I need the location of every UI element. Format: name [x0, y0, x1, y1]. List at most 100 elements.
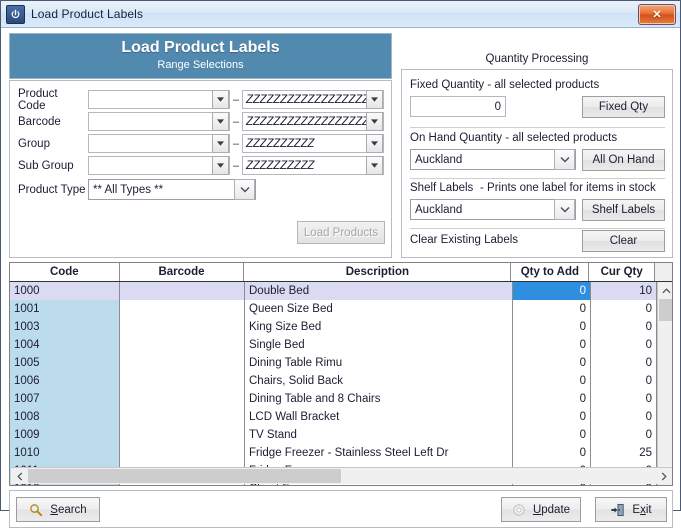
grid-cell-barcode[interactable]	[120, 318, 245, 336]
on-hand-location-select[interactable]: Auckland	[410, 149, 576, 170]
scroll-left-icon[interactable]	[11, 468, 28, 484]
chevron-down-icon[interactable]	[366, 134, 383, 153]
chevron-down-icon[interactable]	[212, 90, 229, 109]
grid-cell-barcode[interactable]	[120, 282, 245, 300]
grid-cell-description[interactable]: Dining Table and 8 Chairs	[245, 390, 513, 408]
barcode-from-combo[interactable]	[88, 112, 230, 131]
grid-cell-code[interactable]: 1003	[10, 318, 120, 336]
horizontal-scroll-thumb[interactable]	[28, 469, 341, 483]
table-row[interactable]: 1003 King Size Bed 0 0	[10, 318, 657, 336]
table-row[interactable]: 1009 TV Stand 0 0	[10, 426, 657, 444]
grid-cell-barcode[interactable]	[120, 408, 245, 426]
grid-cell-cur-qty[interactable]: 0	[591, 372, 657, 390]
grid-cell-code[interactable]: 1009	[10, 426, 120, 444]
grid-cell-code[interactable]: 1010	[10, 444, 120, 462]
grid-cell-cur-qty[interactable]: 25	[591, 444, 657, 462]
grid-cell-barcode[interactable]	[120, 300, 245, 318]
grid-cell-cur-qty[interactable]: 10	[591, 282, 657, 300]
chevron-down-icon[interactable]	[554, 149, 575, 170]
grid-cell-description[interactable]: Dining Table Rimu	[245, 354, 513, 372]
grid-header-cur-qty[interactable]: Cur Qty	[589, 263, 656, 281]
grid-cell-qty-to-add[interactable]: 0	[513, 318, 591, 336]
search-button[interactable]: Search	[16, 497, 100, 522]
close-button[interactable]: ✕	[638, 4, 676, 25]
grid-cell-barcode[interactable]	[120, 426, 245, 444]
grid-cell-qty-to-add[interactable]: 0	[513, 408, 591, 426]
grid-header-description[interactable]: Description	[244, 263, 512, 281]
grid-cell-code[interactable]: 1005	[10, 354, 120, 372]
grid-cell-qty-to-add[interactable]: 0	[513, 372, 591, 390]
chevron-down-icon[interactable]	[234, 179, 255, 200]
chevron-down-icon[interactable]	[212, 134, 229, 153]
grid-cell-cur-qty[interactable]: 0	[591, 318, 657, 336]
grid-cell-code[interactable]: 1006	[10, 372, 120, 390]
barcode-to-combo[interactable]: ZZZZZZZZZZZZZZZZZZZZ	[242, 112, 384, 131]
chevron-down-icon[interactable]	[554, 199, 575, 220]
chevron-down-icon[interactable]	[366, 90, 383, 109]
grid-cell-description[interactable]: King Size Bed	[245, 318, 513, 336]
scroll-right-icon[interactable]	[655, 468, 672, 484]
product-code-to-combo[interactable]: ZZZZZZZZZZZZZZZZZZZZ	[242, 90, 384, 109]
grid-vertical-scrollbar[interactable]	[657, 282, 672, 485]
chevron-down-icon[interactable]	[366, 112, 383, 131]
grid-cell-description[interactable]: Fridge Freezer - Stainless Steel Left Dr	[245, 444, 513, 462]
table-row[interactable]: 1001 Queen Size Bed 0 0	[10, 300, 657, 318]
grid-cell-qty-to-add[interactable]: 0	[513, 336, 591, 354]
grid-cell-description[interactable]: Double Bed	[245, 282, 513, 300]
grid-cell-description[interactable]: TV Stand	[245, 426, 513, 444]
grid-cell-code[interactable]: 1000	[10, 282, 120, 300]
grid-cell-barcode[interactable]	[120, 390, 245, 408]
table-row[interactable]: 1010 Fridge Freezer - Stainless Steel Lef…	[10, 444, 657, 462]
grid-cell-code[interactable]: 1007	[10, 390, 120, 408]
grid-cell-qty-to-add[interactable]: 0	[513, 444, 591, 462]
scroll-up-icon[interactable]	[658, 282, 672, 299]
group-from-combo[interactable]	[88, 134, 230, 153]
update-button[interactable]: Update	[501, 497, 581, 522]
horizontal-scroll-track[interactable]	[28, 468, 655, 484]
product-code-from-combo[interactable]	[88, 90, 230, 109]
sub-group-to-combo[interactable]: ZZZZZZZZZZ	[242, 156, 384, 175]
grid-cell-qty-to-add[interactable]: 0	[513, 426, 591, 444]
grid-cell-barcode[interactable]	[120, 354, 245, 372]
grid-cell-qty-to-add[interactable]: 0	[513, 282, 591, 300]
clear-button[interactable]: Clear	[582, 230, 665, 252]
grid-cell-description[interactable]: Chairs, Solid Back	[245, 372, 513, 390]
vertical-scroll-thumb[interactable]	[659, 299, 672, 321]
grid-cell-qty-to-add[interactable]: 0	[513, 300, 591, 318]
table-row[interactable]: 1007 Dining Table and 8 Chairs 0 0	[10, 390, 657, 408]
table-row[interactable]: 1004 Single Bed 0 0	[10, 336, 657, 354]
exit-button[interactable]: Exit	[595, 497, 667, 522]
grid-cell-description[interactable]: Queen Size Bed	[245, 300, 513, 318]
grid-header-code[interactable]: Code	[10, 263, 120, 281]
table-row[interactable]: 1000 Double Bed 0 10	[10, 282, 657, 300]
grid-cell-cur-qty[interactable]: 0	[591, 300, 657, 318]
load-products-button[interactable]: Load Products	[297, 221, 385, 244]
grid-cell-code[interactable]: 1008	[10, 408, 120, 426]
grid-cell-description[interactable]: Single Bed	[245, 336, 513, 354]
sub-group-from-combo[interactable]	[88, 156, 230, 175]
grid-cell-barcode[interactable]	[120, 444, 245, 462]
grid-header-qty-to-add[interactable]: Qty to Add	[511, 263, 590, 281]
chevron-down-icon[interactable]	[366, 156, 383, 175]
table-row[interactable]: 1006 Chairs, Solid Back 0 0	[10, 372, 657, 390]
grid-cell-barcode[interactable]	[120, 372, 245, 390]
all-on-hand-button[interactable]: All On Hand	[582, 149, 665, 171]
group-to-combo[interactable]: ZZZZZZZZZZ	[242, 134, 384, 153]
grid-cell-cur-qty[interactable]: 0	[591, 408, 657, 426]
grid-cell-barcode[interactable]	[120, 336, 245, 354]
product-type-select[interactable]: ** All Types **	[88, 179, 256, 200]
grid-cell-cur-qty[interactable]: 0	[591, 354, 657, 372]
shelf-location-select[interactable]: Auckland	[410, 199, 576, 220]
shelf-labels-button[interactable]: Shelf Labels	[582, 199, 665, 221]
fixed-qty-button[interactable]: Fixed Qty	[582, 96, 665, 118]
chevron-down-icon[interactable]	[212, 156, 229, 175]
grid-cell-qty-to-add[interactable]: 0	[513, 354, 591, 372]
grid-cell-cur-qty[interactable]: 0	[591, 390, 657, 408]
grid-cell-code[interactable]: 1004	[10, 336, 120, 354]
grid-header-barcode[interactable]: Barcode	[119, 263, 245, 281]
grid-cell-code[interactable]: 1001	[10, 300, 120, 318]
grid-horizontal-scrollbar[interactable]	[11, 467, 672, 484]
chevron-down-icon[interactable]	[212, 112, 229, 131]
grid-cell-qty-to-add[interactable]: 0	[513, 390, 591, 408]
table-row[interactable]: 1005 Dining Table Rimu 0 0	[10, 354, 657, 372]
